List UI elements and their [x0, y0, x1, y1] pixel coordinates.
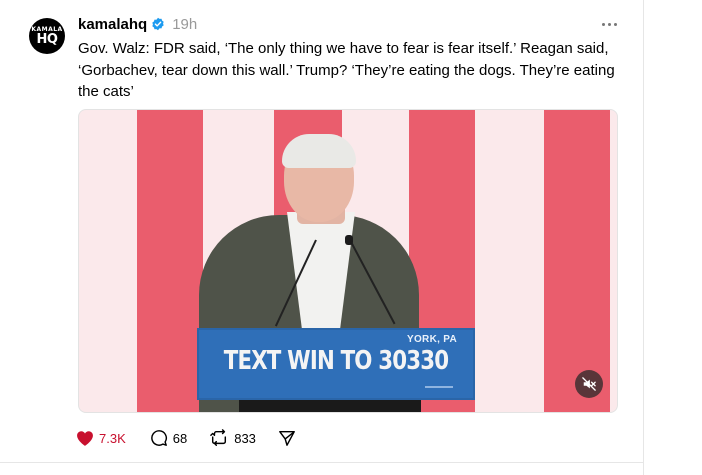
like-button[interactable]: 7.3K	[76, 428, 126, 448]
avatar-label-big: HQ	[36, 31, 58, 47]
mute-toggle-button[interactable]	[575, 370, 603, 398]
background-stripe	[544, 110, 610, 412]
speaker-hair	[282, 134, 356, 168]
feed-column: KAMALA HQ kamalahq 19h Gov. Walz: FDR sa…	[0, 0, 644, 475]
reply-button[interactable]: 68	[150, 428, 187, 448]
post-header: kamalahq 19h	[78, 14, 197, 34]
podium-text: TEXT WIN TO 30330	[223, 346, 449, 376]
post-divider	[0, 462, 643, 463]
author-username[interactable]: kamalahq	[78, 16, 147, 33]
repost-icon	[210, 429, 227, 446]
more-dot	[613, 22, 617, 26]
more-dot	[607, 22, 611, 26]
share-button[interactable]	[278, 428, 296, 448]
podium-sign: YORK, PA TEXT WIN TO 30330	[197, 328, 475, 400]
reply-count: 68	[172, 430, 188, 446]
podium-location: YORK, PA	[407, 334, 457, 345]
comment-icon	[150, 430, 167, 446]
background-stripe	[137, 110, 203, 412]
verified-badge-icon	[152, 17, 164, 31]
more-options-button[interactable]	[597, 14, 621, 34]
podium-accent-line	[425, 386, 453, 388]
thread-post[interactable]: KAMALA HQ kamalahq 19h Gov. Walz: FDR sa…	[0, 0, 643, 462]
like-count: 7.3K	[99, 430, 126, 446]
post-timestamp: 19h	[172, 15, 198, 33]
speaker-muted-icon	[582, 377, 596, 391]
repost-button[interactable]: 833	[209, 428, 256, 448]
post-caption: Gov. Walz: FDR said, ‘The only thing we …	[78, 40, 615, 100]
send-icon	[279, 430, 295, 446]
video-player[interactable]: YORK, PA TEXT WIN TO 30330	[78, 109, 618, 413]
podium-base	[239, 400, 421, 412]
repost-count: 833	[234, 430, 256, 446]
avatar[interactable]: KAMALA HQ	[29, 18, 65, 54]
microphone	[345, 235, 353, 245]
heart-icon	[77, 430, 93, 446]
post-actions: 7.3K 68 833	[76, 428, 296, 448]
more-dots-icon	[601, 22, 605, 26]
